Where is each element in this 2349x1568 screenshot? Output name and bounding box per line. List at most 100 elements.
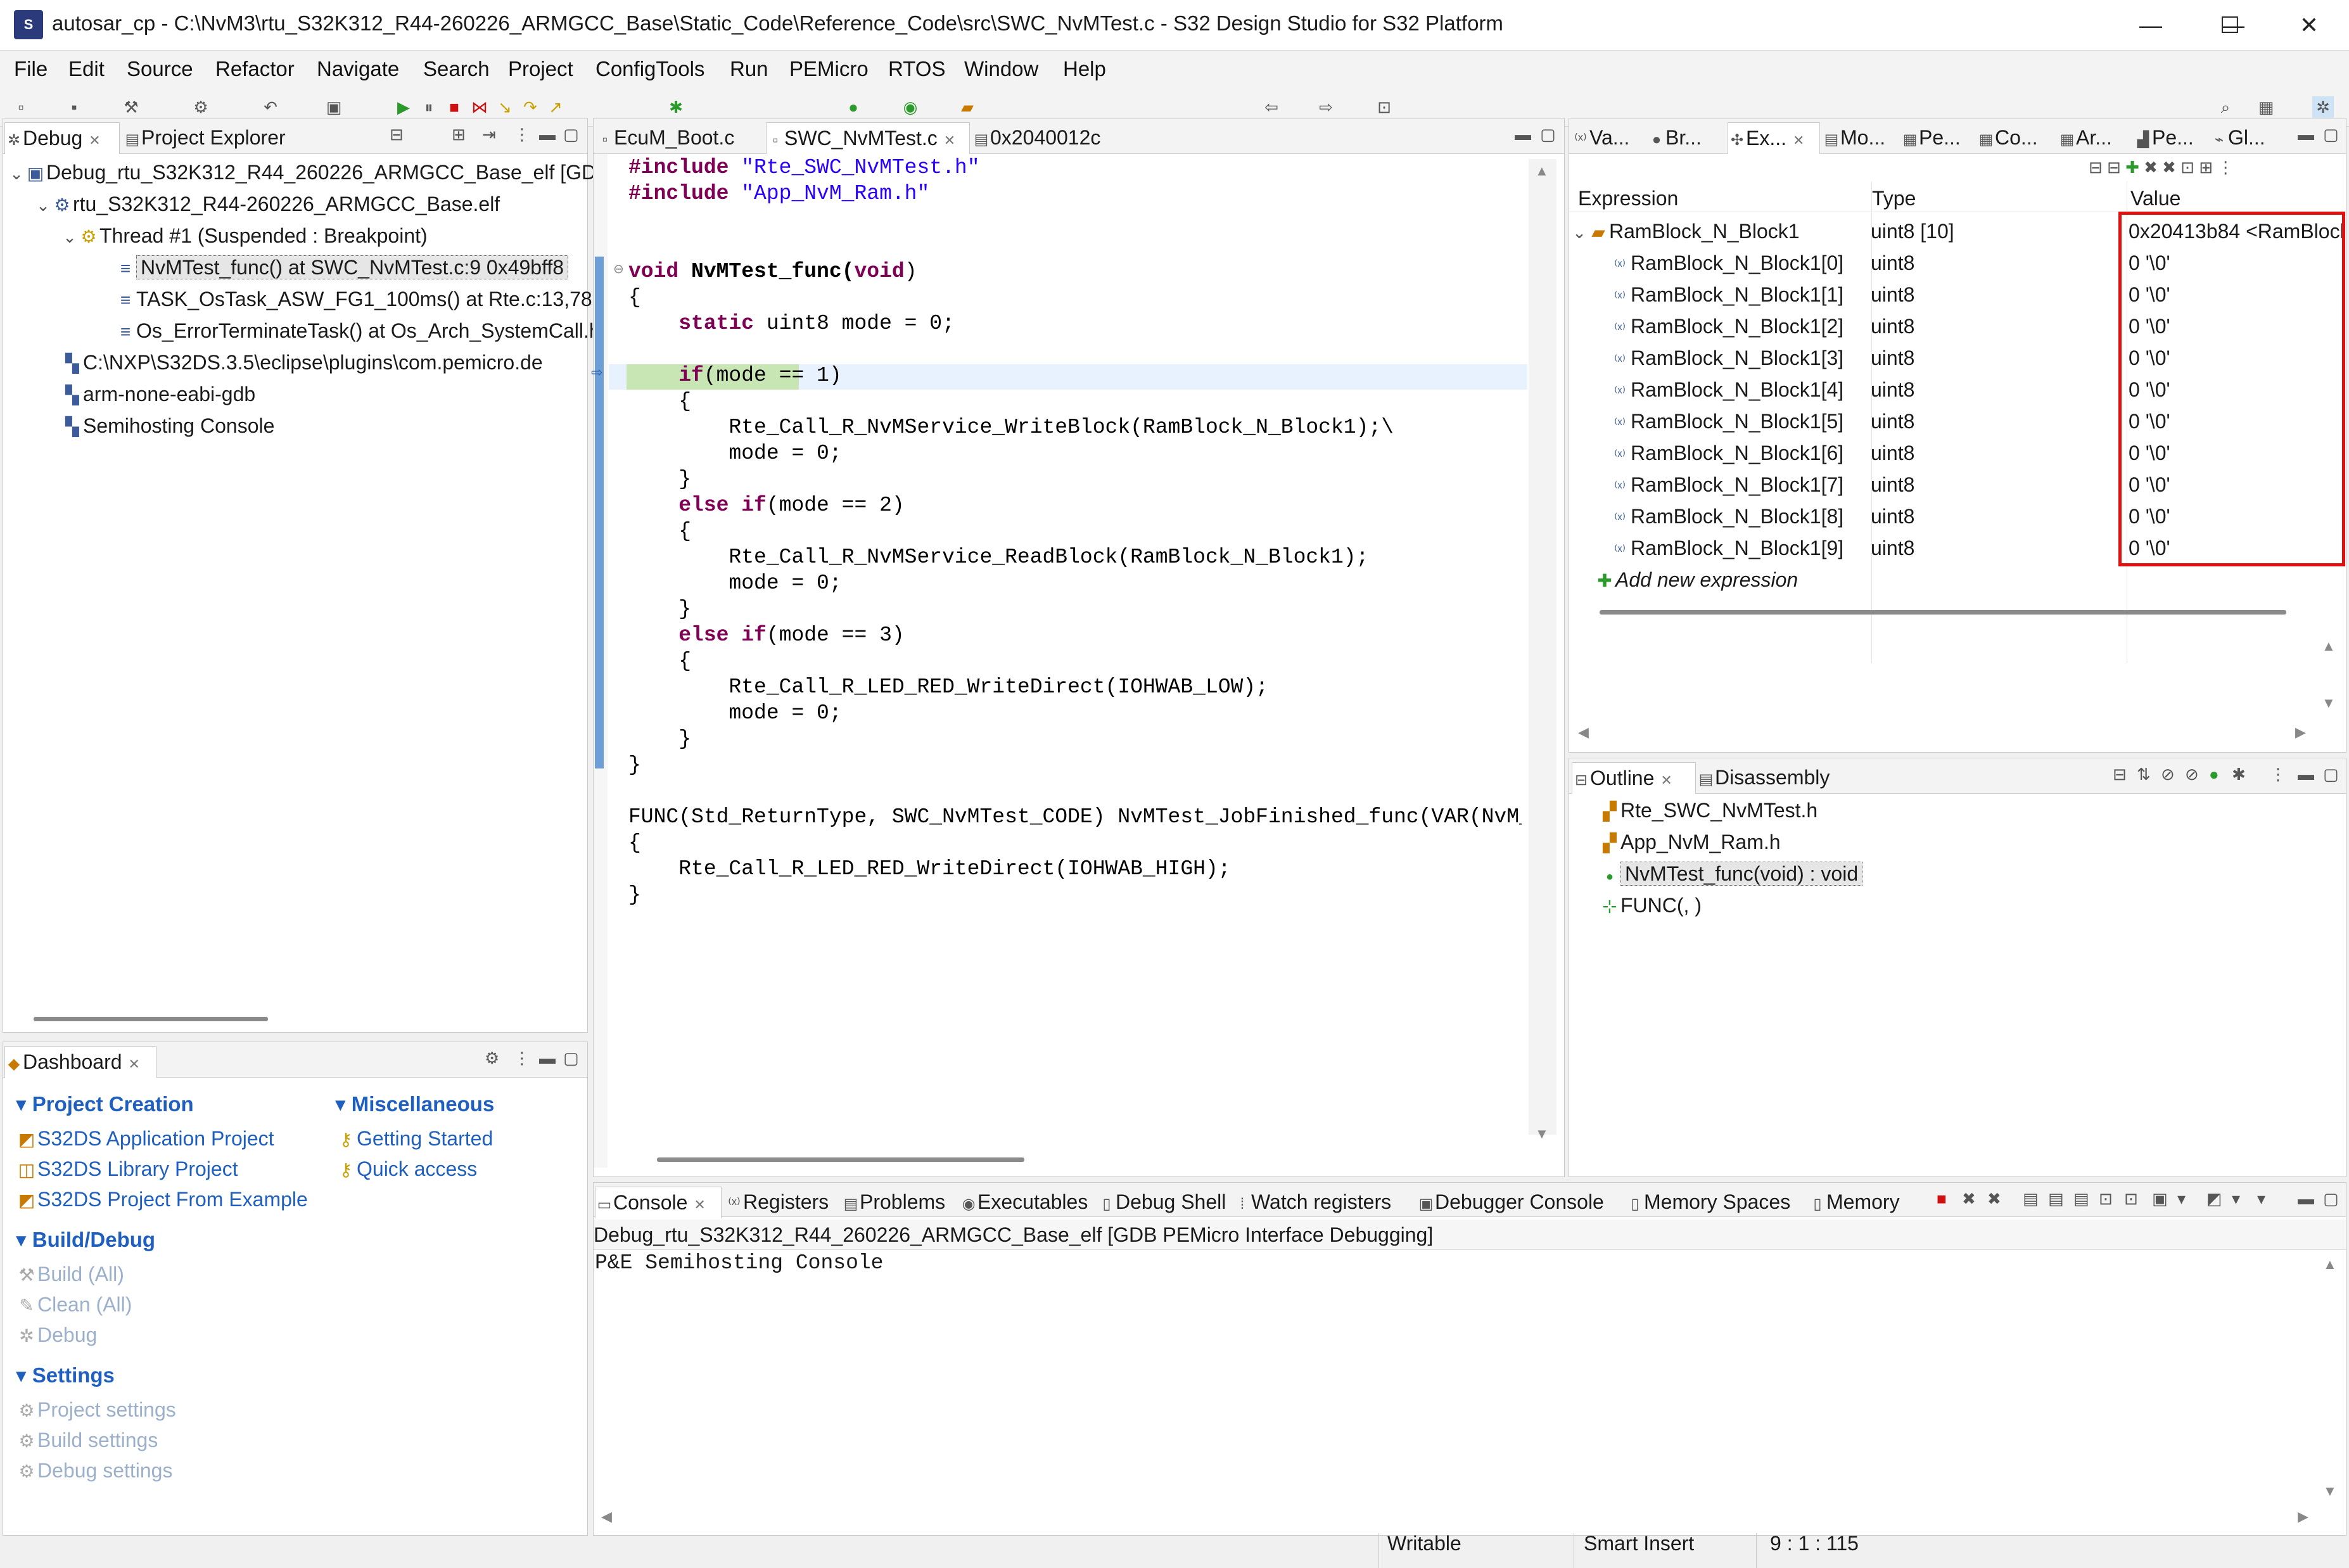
close-icon[interactable]: ✕: [89, 132, 100, 148]
menu-rtos[interactable]: RTOS: [888, 57, 945, 81]
link-getting-started[interactable]: ⚷ Getting Started: [335, 1127, 493, 1151]
menu-refactor[interactable]: Refactor: [215, 57, 295, 81]
tab-watch-registers[interactable]: ⁞ Watch registers: [1233, 1187, 1417, 1218]
undo-icon[interactable]: ↶: [260, 96, 281, 118]
layout-icon[interactable]: ⊟: [2107, 158, 2121, 177]
filter-icon[interactable]: ⊞: [452, 125, 466, 144]
suspend-icon[interactable]: ⏸: [418, 96, 440, 118]
forward-icon[interactable]: ⇨: [1315, 96, 1337, 118]
scroll-up-icon[interactable]: ▲: [2323, 1256, 2337, 1273]
tab-disassembly[interactable]: ▤Disassembly: [1697, 762, 1849, 794]
section-build-debug[interactable]: ▾ Build/Debug: [16, 1227, 155, 1252]
maximize-view-icon[interactable]: ▢: [2323, 125, 2339, 144]
menu-file[interactable]: File: [14, 57, 48, 81]
tab-debug-shell[interactable]: ▯ Debug Shell: [1098, 1187, 1250, 1218]
tree-gdb[interactable]: ▚ arm-none-eabi-gdb: [61, 378, 255, 410]
tab-swc-nvmtest[interactable]: ▫ SWC_NvMTest.c ✕: [766, 122, 970, 154]
scroll-right-icon[interactable]: ▶: [2295, 724, 2306, 741]
maximize-button[interactable]: ☐: [2189, 0, 2271, 51]
tab-breakpoints[interactable]: ● Br...: [1648, 122, 1725, 154]
scroll-lock-icon[interactable]: ▤: [2048, 1189, 2064, 1209]
debug-perspective-icon[interactable]: ✲: [2312, 96, 2334, 118]
collapse-all-icon[interactable]: ⊟: [2113, 765, 2127, 784]
maximize-view-icon[interactable]: ▢: [1540, 125, 1556, 144]
chevron-down-icon[interactable]: ⌄: [61, 221, 78, 253]
horizontal-scrollbar[interactable]: [657, 1157, 1024, 1162]
tab-memory[interactable]: ▯ Memory: [1809, 1187, 1910, 1218]
tab-arm[interactable]: ▦Ar...: [2058, 122, 2133, 154]
scroll-down-icon[interactable]: ▼: [2322, 695, 2336, 711]
scroll-down-icon[interactable]: ▼: [1535, 1126, 1549, 1142]
chevron-down-icon[interactable]: ⌄: [35, 189, 51, 221]
hide-nonpublic-icon[interactable]: ●: [2209, 765, 2219, 784]
view-menu-icon[interactable]: ⋮: [514, 125, 530, 144]
tab-dashboard[interactable]: ◆ Dashboard ✕: [4, 1046, 156, 1078]
close-icon[interactable]: ✕: [694, 1197, 705, 1213]
perspective-icon[interactable]: ▦: [2255, 96, 2277, 118]
tab-memory-spaces[interactable]: ▯ Memory Spaces: [1626, 1187, 1811, 1218]
open-folder-icon[interactable]: ▰: [957, 96, 978, 118]
maximize-view-icon[interactable]: ▢: [563, 1049, 579, 1068]
minimize-view-icon[interactable]: ▬: [2298, 125, 2314, 144]
menu-navigate[interactable]: Navigate: [317, 57, 399, 81]
horizontal-scrollbar[interactable]: [34, 1017, 268, 1021]
menu-help[interactable]: Help: [1063, 57, 1106, 81]
chevron-down-icon[interactable]: ▾: [2232, 1189, 2240, 1209]
add-new-expression[interactable]: ✚ Add new expression: [1571, 564, 2346, 596]
remove-icon[interactable]: ✖: [2144, 158, 2158, 177]
link-example-project[interactable]: ◩ S32DS Project From Example: [16, 1188, 308, 1211]
collapse-icon[interactable]: ⊡: [2180, 158, 2194, 177]
minimize-view-icon[interactable]: ▬: [2298, 765, 2314, 784]
status-insert-mode[interactable]: Smart Insert: [1584, 1532, 1694, 1555]
tree-gdb-server[interactable]: ▚ C:\NXP\S32DS.3.5\eclipse\plugins\com.pe…: [61, 347, 542, 378]
debug-config-icon[interactable]: ⚙: [190, 96, 212, 118]
outline-item[interactable]: ▞ Rte_SWC_NvMTest.h: [1599, 794, 1817, 826]
terminate-icon[interactable]: ■: [443, 96, 465, 118]
new-console-icon[interactable]: ◩: [2206, 1189, 2222, 1209]
tab-registers[interactable]: ⁽ˣ⁾ Registers: [725, 1187, 850, 1218]
layout-icon[interactable]: ⊟: [2089, 158, 2103, 177]
maximize-view-icon[interactable]: ▢: [563, 125, 579, 144]
hide-fields-icon[interactable]: ⊘: [2161, 765, 2175, 784]
step-mode-icon[interactable]: ⇥: [482, 125, 496, 144]
remove-all-icon[interactable]: ✖: [1987, 1189, 2001, 1209]
tab-outline[interactable]: ⊟ Outline ✕: [1572, 762, 1696, 794]
disconnect-icon[interactable]: ⋈: [469, 96, 490, 118]
scroll-right-icon[interactable]: ▶: [2298, 1508, 2308, 1525]
section-project-creation[interactable]: ▾ Project Creation: [16, 1092, 194, 1116]
horizontal-scrollbar[interactable]: [1600, 610, 2286, 615]
tab-peripherals[interactable]: ▦Pe...: [1901, 122, 1976, 154]
fold-collapse-icon[interactable]: ⊖: [613, 261, 624, 277]
sort-icon[interactable]: ⇅: [2137, 765, 2151, 784]
scroll-down-icon[interactable]: ▼: [2323, 1483, 2337, 1500]
menu-source[interactable]: Source: [127, 57, 193, 81]
minimize-view-icon[interactable]: ▬: [1515, 125, 1531, 144]
link-icon[interactable]: ⊞: [2199, 158, 2213, 177]
group-icon[interactable]: ✱: [2232, 765, 2246, 784]
build-icon[interactable]: ⚒: [120, 96, 142, 118]
stack-frame-selected[interactable]: ≡ NvMTest_func() at SWC_NvMTest.c:9 0x49b…: [115, 252, 569, 283]
tab-executables[interactable]: ◉ Executables: [960, 1187, 1119, 1218]
chevron-down-icon[interactable]: ⌄: [1571, 217, 1588, 248]
link-app-project[interactable]: ◩ S32DS Application Project: [16, 1127, 274, 1151]
tab-debugger-console[interactable]: ▣Debugger Console: [1417, 1187, 1619, 1218]
tree-thread[interactable]: ⌄ ⚙ Thread #1 (Suspended : Breakpoint): [61, 220, 428, 252]
display-console-icon[interactable]: ⊡: [2124, 1189, 2138, 1209]
tab-global[interactable]: ⌁ Gl...: [2210, 122, 2288, 154]
tab-expressions[interactable]: ✣ Ex... ✕: [1728, 122, 1820, 154]
back-icon[interactable]: ⇦: [1261, 96, 1282, 118]
view-menu-icon[interactable]: ⋮: [2217, 158, 2234, 177]
minimize-view-icon[interactable]: ▬: [2298, 1189, 2314, 1209]
tab-console[interactable]: ▭Console ✕: [595, 1187, 722, 1218]
pin-icon[interactable]: ⊡: [1373, 96, 1395, 118]
outline-item-selected[interactable]: ● NvMTest_func(void) : void: [1599, 858, 1863, 889]
close-icon[interactable]: ✕: [944, 132, 955, 148]
add-icon[interactable]: ✚: [2125, 158, 2139, 177]
maximize-view-icon[interactable]: ▢: [2323, 765, 2339, 784]
tab-problems[interactable]: ▤Problems: [842, 1187, 966, 1218]
link-lib-project[interactable]: ◫ S32DS Library Project: [16, 1157, 238, 1181]
stack-frame[interactable]: ≡ TASK_OsTask_ASW_FG1_100ms() at Rte.c:13…: [115, 283, 604, 315]
tab-pe[interactable]: ▟ Pe...: [2134, 122, 2209, 154]
new-icon[interactable]: ▫: [10, 96, 32, 118]
menu-search[interactable]: Search: [423, 57, 490, 81]
